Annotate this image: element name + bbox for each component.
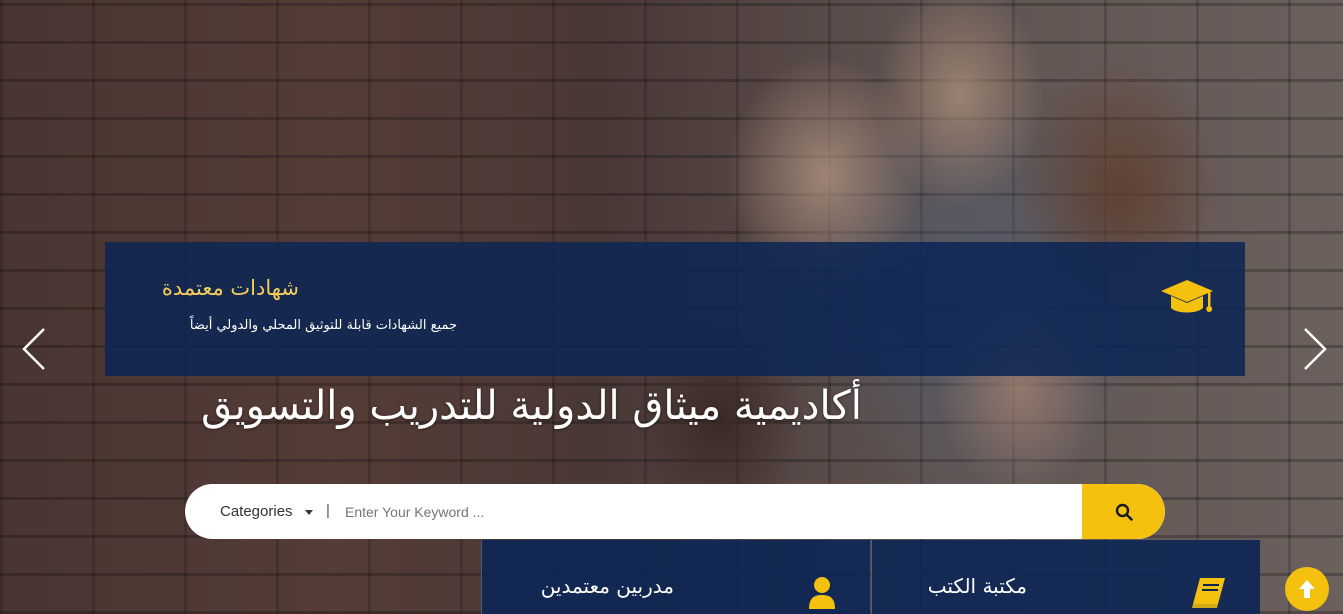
search-bar: Categories | (185, 484, 1165, 539)
caret-down-icon[interactable] (305, 510, 313, 515)
feature-title: مكتبة الكتب (927, 574, 1027, 598)
feature-title: مدربين معتمدين (540, 574, 674, 598)
scroll-to-top-button[interactable] (1285, 567, 1329, 611)
slider-next-arrow[interactable] (1299, 326, 1329, 372)
caption-text: جميع الشهادات قابلة للتوثيق المحلي والدو… (189, 318, 457, 333)
search-separator: | (326, 502, 330, 519)
book-icon (1192, 578, 1225, 608)
arrow-up-icon (1299, 580, 1315, 598)
user-icon (809, 577, 835, 609)
headline-text: أكاديمية ميثاق الدولية للتدريب والتسويق (201, 383, 862, 429)
graduation-cap-icon (1161, 280, 1213, 313)
keyword-search-input[interactable] (345, 494, 1075, 529)
caption-title: شهادات معتمدة (161, 276, 299, 300)
slider-caption: شهادات معتمدة جميع الشهادات قابلة للتوثي… (105, 242, 1245, 376)
feature-book-library[interactable]: مكتبة الكتب (871, 540, 1260, 614)
feature-certified-trainers[interactable]: مدربين معتمدين (481, 540, 870, 614)
page-headline: أكاديمية ميثاق الدولية للتدريب والتسويق (0, 383, 1343, 429)
search-button[interactable] (1082, 484, 1165, 539)
categories-dropdown[interactable]: Categories (220, 503, 293, 520)
slider-prev-arrow[interactable] (20, 326, 50, 372)
search-icon (1115, 503, 1133, 521)
